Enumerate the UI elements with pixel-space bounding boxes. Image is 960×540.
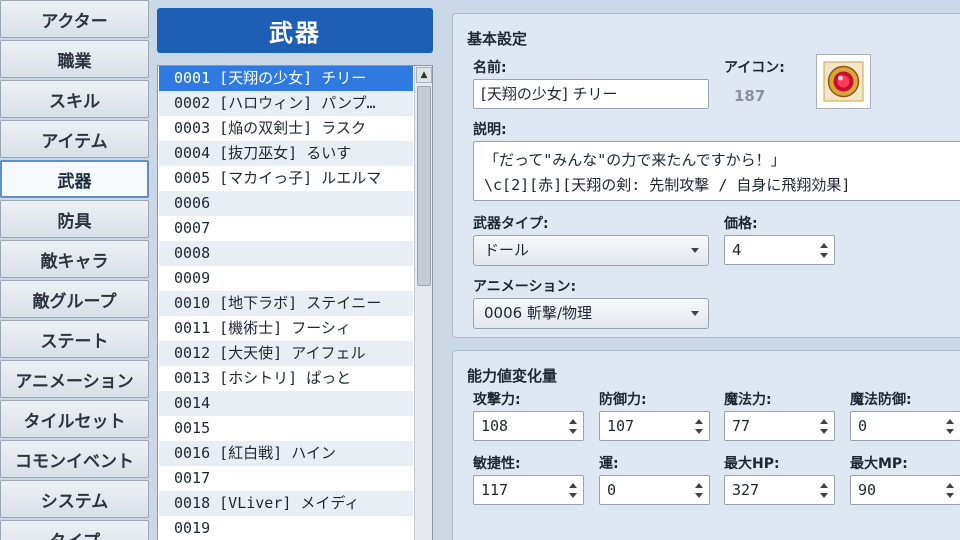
magic-attack-spinner[interactable]: 77 bbox=[724, 411, 835, 441]
stepper-arrows-icon[interactable] bbox=[817, 414, 831, 439]
animation-value: 0006 斬撃/物理 bbox=[484, 304, 592, 322]
parameter-changes-panel: 能力値変化量 攻撃力: 108 防御力: 107 魔法力: 77 魔法防御: 0… bbox=[452, 350, 960, 540]
magic-defense-value: 0 bbox=[858, 417, 868, 435]
tab-animations[interactable]: アニメーション bbox=[0, 360, 149, 398]
tab-tilesets[interactable]: タイルセット bbox=[0, 400, 149, 438]
luck-value: 0 bbox=[607, 481, 617, 499]
max-hp-spinner[interactable]: 327 bbox=[724, 475, 835, 505]
stepper-arrows-icon[interactable] bbox=[817, 478, 831, 503]
list-item[interactable]: 0014 bbox=[159, 391, 413, 416]
icon-picker[interactable] bbox=[816, 54, 871, 109]
list-item[interactable]: 0009 bbox=[159, 266, 413, 291]
max-mp-spinner[interactable]: 90 bbox=[850, 475, 960, 505]
stepper-arrows-icon[interactable] bbox=[817, 238, 831, 263]
list-item[interactable]: 0011 [機術士] フーシィ bbox=[159, 316, 413, 341]
magic-defense-spinner[interactable]: 0 bbox=[850, 411, 960, 441]
tab-states[interactable]: ステート bbox=[0, 320, 149, 358]
magic-attack-label: 魔法力: bbox=[724, 392, 772, 408]
max-hp-label: 最大HP: bbox=[724, 456, 780, 472]
agility-spinner[interactable]: 117 bbox=[473, 475, 584, 505]
name-label: 名前: bbox=[473, 60, 507, 76]
stepper-arrows-icon[interactable] bbox=[692, 478, 706, 503]
tab-actors[interactable]: アクター bbox=[0, 0, 149, 38]
list-item[interactable]: 0007 bbox=[159, 216, 413, 241]
list-item[interactable]: 0016 [紅白戦] ハイン bbox=[159, 441, 413, 466]
luck-label: 運: bbox=[599, 456, 619, 472]
magic-defense-label: 魔法防御: bbox=[850, 392, 912, 408]
chevron-down-icon bbox=[691, 248, 699, 253]
attack-label: 攻撃力: bbox=[473, 392, 521, 408]
list-item[interactable]: 0012 [大天使] アイフェル bbox=[159, 341, 413, 366]
defense-value: 107 bbox=[607, 417, 635, 435]
list-item[interactable]: 0008 bbox=[159, 241, 413, 266]
stepper-arrows-icon[interactable] bbox=[943, 478, 957, 503]
icon-index: 187 bbox=[734, 87, 766, 105]
list-item[interactable]: 0005 [マカイっ子] ルエルマ bbox=[159, 166, 413, 191]
list-item[interactable]: 0010 [地下ラボ] ステイニー bbox=[159, 291, 413, 316]
weapon-list[interactable]: 0001 [天翔の少女] チリー 0002 [ハロウィン] パンプ… 0003 … bbox=[157, 65, 433, 540]
tab-types[interactable]: タイプ bbox=[0, 520, 149, 540]
attack-spinner[interactable]: 108 bbox=[473, 411, 584, 441]
list-item[interactable]: 0001 [天翔の少女] チリー bbox=[159, 66, 413, 91]
animation-label: アニメーション: bbox=[473, 279, 577, 295]
defense-label: 防御力: bbox=[599, 392, 647, 408]
stepper-arrows-icon[interactable] bbox=[566, 414, 580, 439]
tab-common-events[interactable]: コモンイベント bbox=[0, 440, 149, 478]
magic-attack-value: 77 bbox=[732, 417, 751, 435]
tab-skills[interactable]: スキル bbox=[0, 80, 149, 118]
tab-enemies[interactable]: 敵キャラ bbox=[0, 240, 149, 278]
max-hp-value: 327 bbox=[732, 481, 760, 499]
price-spinner[interactable]: 4 bbox=[724, 235, 835, 265]
weapon-list-panel: 武器 0001 [天翔の少女] チリー 0002 [ハロウィン] パンプ… 00… bbox=[157, 0, 435, 540]
list-item[interactable]: 0004 [抜刀巫女] るいす bbox=[159, 141, 413, 166]
basic-settings-title: 基本設定 bbox=[467, 30, 528, 48]
stepper-arrows-icon[interactable] bbox=[943, 414, 957, 439]
tab-items[interactable]: アイテム bbox=[0, 120, 149, 158]
tab-armors[interactable]: 防具 bbox=[0, 200, 149, 238]
max-mp-label: 最大MP: bbox=[850, 456, 908, 472]
list-item[interactable]: 0019 bbox=[159, 516, 413, 540]
list-scrollbar[interactable]: ▲ bbox=[414, 66, 432, 540]
description-line: 「だって"みんな"の力で来たんですから！」 bbox=[484, 151, 786, 169]
chevron-down-icon bbox=[691, 311, 699, 316]
stepper-arrows-icon[interactable] bbox=[692, 414, 706, 439]
basic-settings-panel: 基本設定 名前: [天翔の少女] チリー アイコン: 187 説明: 「だって"… bbox=[452, 13, 960, 338]
stepper-arrows-icon[interactable] bbox=[566, 478, 580, 503]
tab-weapons[interactable]: 武器 bbox=[0, 160, 149, 198]
weapon-type-label: 武器タイプ: bbox=[473, 216, 549, 232]
description-label: 説明: bbox=[473, 122, 507, 138]
red-orb-icon bbox=[823, 61, 864, 102]
agility-label: 敏捷性: bbox=[473, 456, 521, 472]
name-field[interactable]: [天翔の少女] チリー bbox=[473, 79, 709, 109]
description-line: \c[2][赤][天翔の剣: 先制攻撃 / 自身に飛翔効果] bbox=[484, 176, 851, 194]
list-title: 武器 bbox=[157, 8, 433, 53]
parameter-changes-title: 能力値変化量 bbox=[467, 367, 558, 385]
price-value: 4 bbox=[732, 241, 742, 259]
weapon-type-select[interactable]: ドール bbox=[473, 235, 709, 266]
luck-spinner[interactable]: 0 bbox=[599, 475, 710, 505]
animation-select[interactable]: 0006 斬撃/物理 bbox=[473, 298, 709, 329]
category-sidebar: アクター 職業 スキル アイテム 武器 防具 敵キャラ 敵グループ ステート ア… bbox=[0, 0, 149, 540]
agility-value: 117 bbox=[481, 481, 509, 499]
list-item[interactable]: 0013 [ホシトリ] ぱっと bbox=[159, 366, 413, 391]
attack-value: 108 bbox=[481, 417, 509, 435]
scroll-up-button[interactable]: ▲ bbox=[416, 67, 432, 83]
list-item[interactable]: 0018 [VLiver] メイディ bbox=[159, 491, 413, 516]
max-mp-value: 90 bbox=[858, 481, 877, 499]
list-item[interactable]: 0003 [焔の双剣士] ラスク bbox=[159, 116, 413, 141]
icon-label: アイコン: bbox=[724, 60, 785, 76]
list-item[interactable]: 0017 bbox=[159, 466, 413, 491]
list-item[interactable]: 0006 bbox=[159, 191, 413, 216]
tab-system[interactable]: システム bbox=[0, 480, 149, 518]
list-item[interactable]: 0002 [ハロウィン] パンプ… bbox=[159, 91, 413, 116]
tab-classes[interactable]: 職業 bbox=[0, 40, 149, 78]
price-label: 価格: bbox=[724, 216, 758, 232]
description-field[interactable]: 「だって"みんな"の力で来たんですから！」 \c[2][赤][天翔の剣: 先制攻… bbox=[473, 141, 960, 201]
weapon-type-value: ドール bbox=[484, 241, 530, 259]
tab-troops[interactable]: 敵グループ bbox=[0, 280, 149, 318]
scrollbar-thumb[interactable] bbox=[417, 86, 431, 286]
list-item[interactable]: 0015 bbox=[159, 416, 413, 441]
defense-spinner[interactable]: 107 bbox=[599, 411, 710, 441]
